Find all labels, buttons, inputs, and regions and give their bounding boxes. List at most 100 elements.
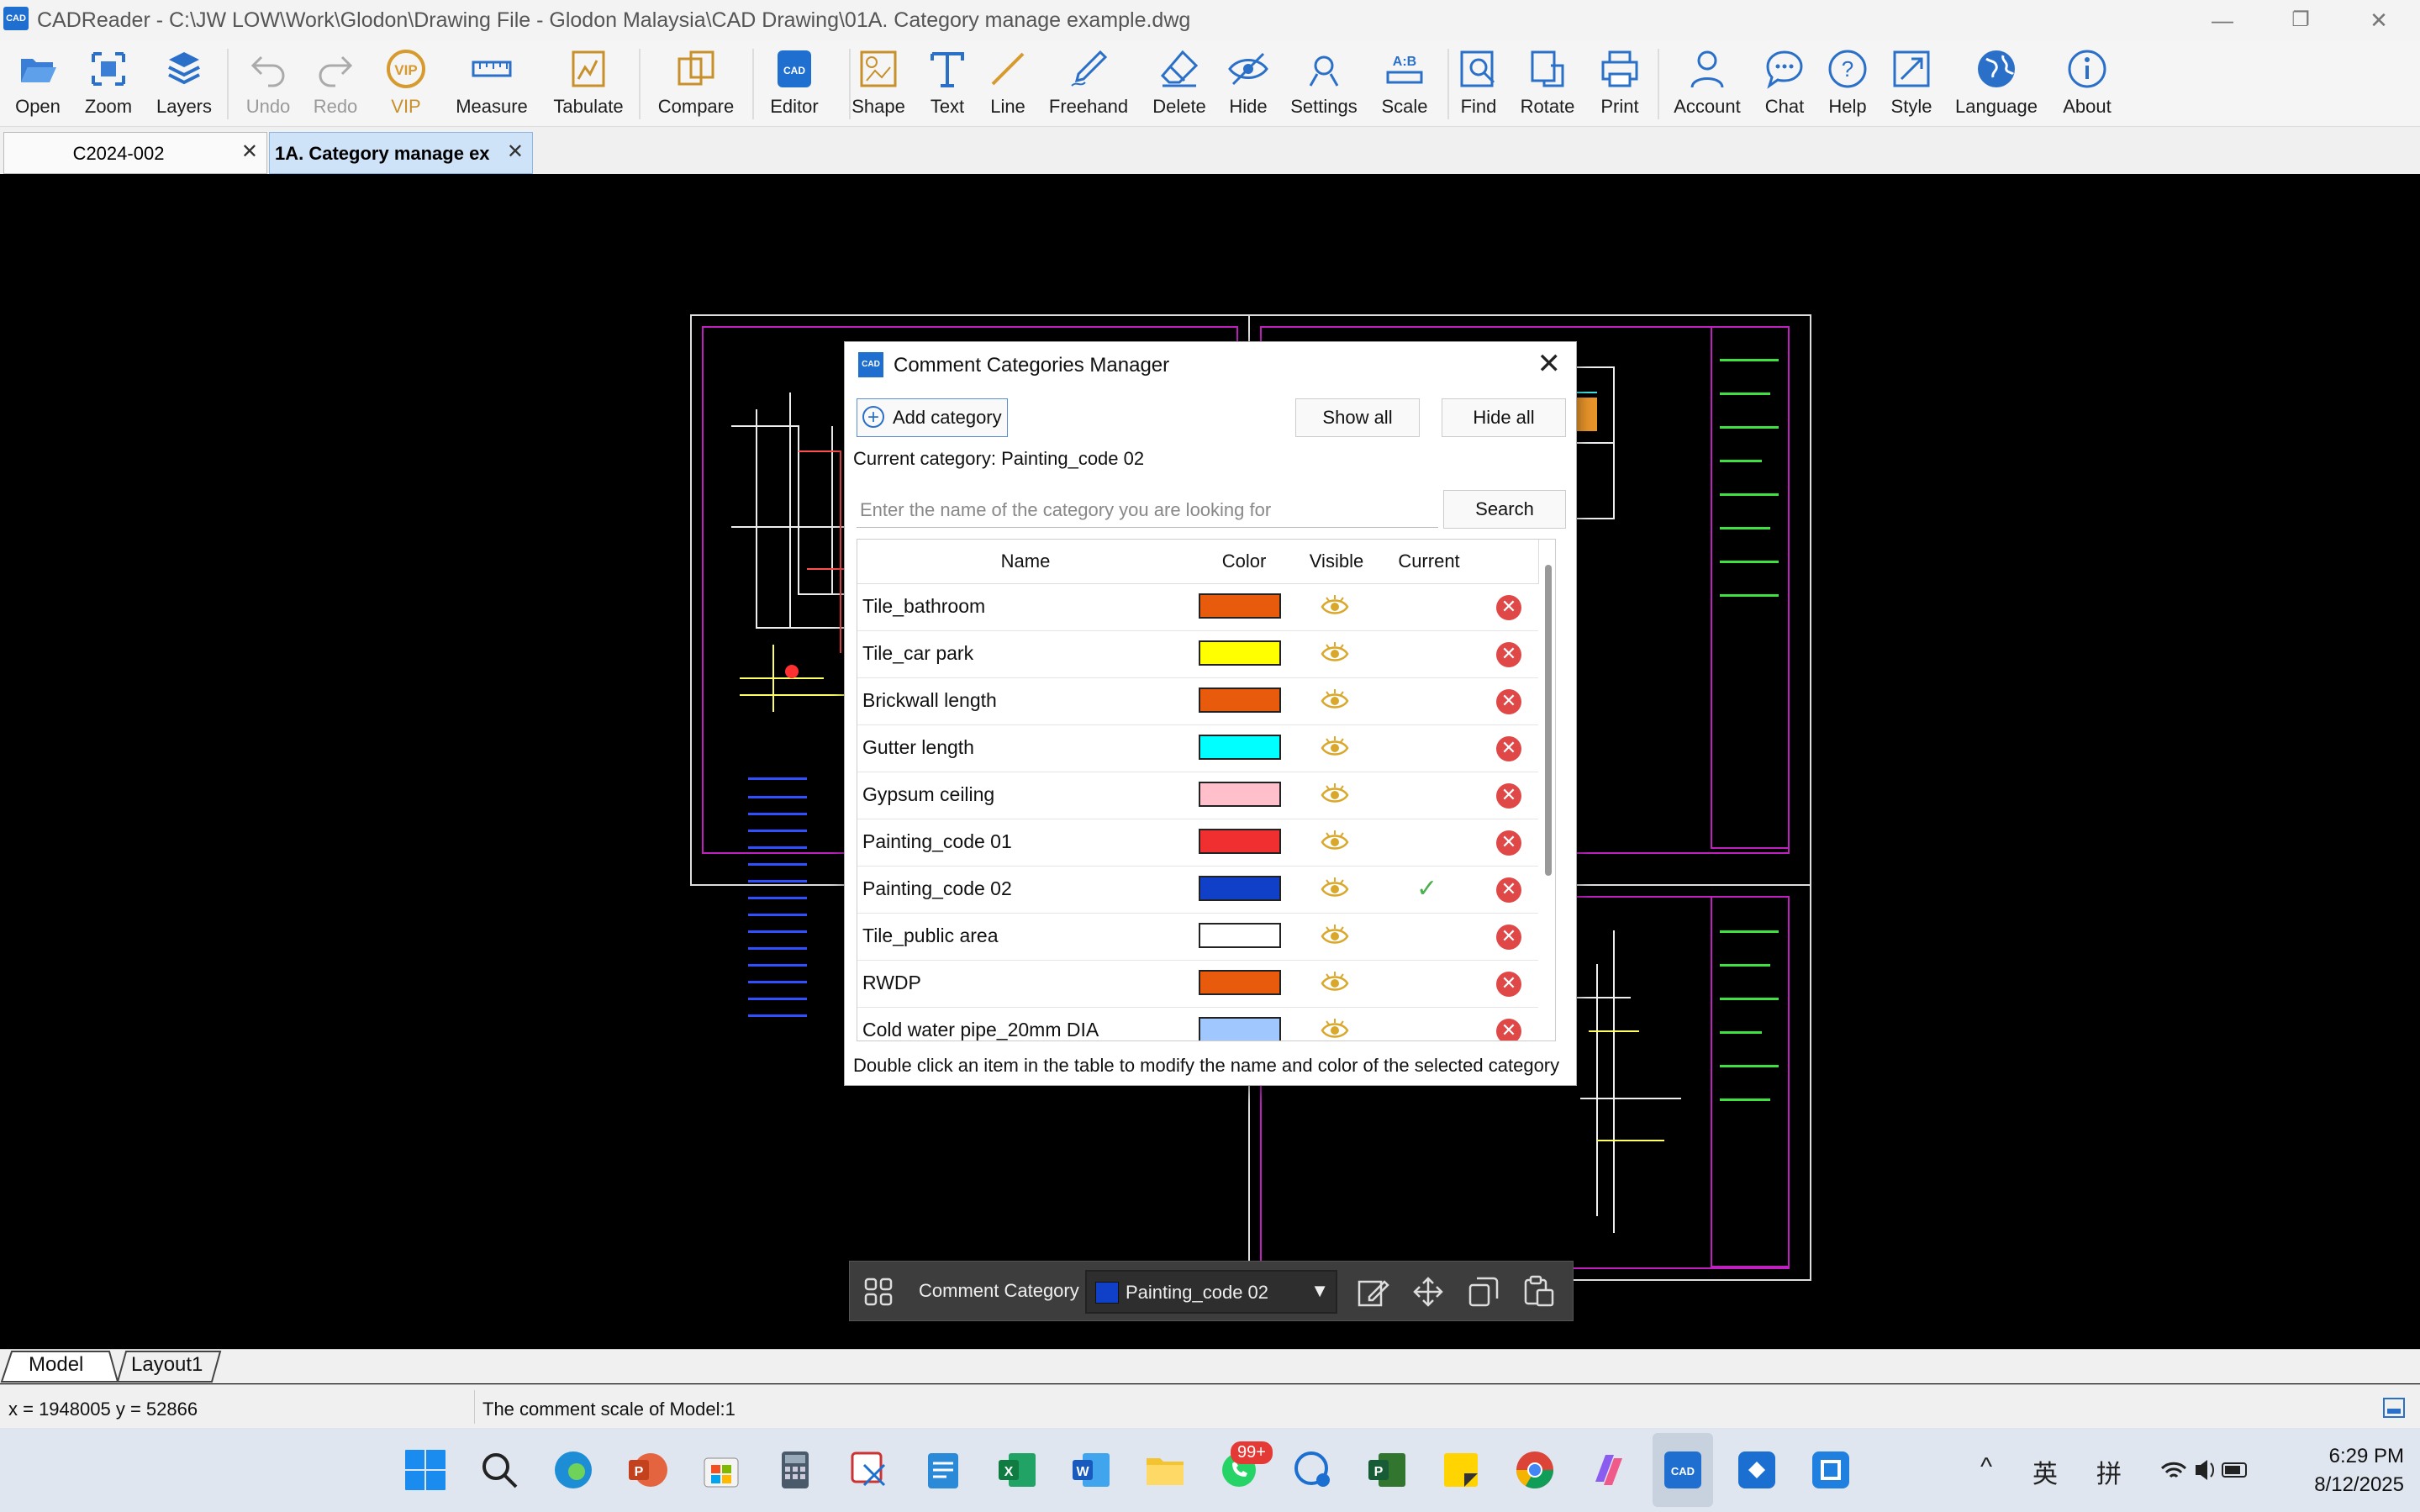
tab-category-manage[interactable]: 1A. Category manage ex ✕	[269, 132, 533, 174]
category-color-swatch[interactable]	[1199, 876, 1281, 901]
account-button[interactable]: Account	[1674, 40, 1741, 126]
shape-button[interactable]: Shape	[849, 40, 908, 126]
cadreader-taskbar-icon[interactable]: CAD	[1661, 1448, 1705, 1492]
settings-button[interactable]: Settings	[1290, 40, 1358, 126]
windows-start-icon[interactable]	[403, 1448, 447, 1492]
category-color-swatch[interactable]	[1199, 923, 1281, 948]
delete-category-icon[interactable]: ✕	[1496, 642, 1521, 667]
tabulate-button[interactable]: Tabulate	[553, 40, 624, 126]
comment-category-dropdown[interactable]: Painting_code 02 ▼	[1085, 1270, 1337, 1314]
about-button[interactable]: About	[2058, 40, 2117, 126]
network-volume-battery-icons[interactable]	[2159, 1457, 2251, 1483]
visible-eye-icon[interactable]	[1320, 593, 1350, 619]
category-search-input[interactable]	[857, 493, 1438, 528]
close-tab-icon[interactable]: ✕	[507, 140, 524, 164]
visible-eye-icon[interactable]	[1320, 782, 1350, 807]
delete-category-icon[interactable]: ✕	[1496, 595, 1521, 620]
vip-button[interactable]: VIP VIP	[377, 40, 435, 126]
scale-button[interactable]: A:B Scale	[1375, 40, 1434, 126]
open-button[interactable]: Open	[8, 40, 67, 126]
paste-icon[interactable]	[1522, 1275, 1556, 1309]
editor-button[interactable]: CAD Editor	[765, 40, 824, 126]
notepad-icon[interactable]	[921, 1448, 965, 1492]
table-row[interactable]: Painting_code 01 ✕	[857, 819, 1538, 867]
microsoft-store-icon[interactable]	[699, 1448, 743, 1492]
category-color-swatch[interactable]	[1199, 593, 1281, 619]
print-button[interactable]: Print	[1590, 40, 1649, 126]
delete-category-icon[interactable]: ✕	[1496, 783, 1521, 809]
compare-button[interactable]: Compare	[658, 40, 734, 126]
clock-time[interactable]: 6:29 PM	[2286, 1445, 2404, 1468]
powerpoint-icon[interactable]: P	[625, 1448, 669, 1492]
language-button[interactable]: Language	[1955, 40, 2038, 126]
column-header-current[interactable]: Current	[1379, 540, 1480, 584]
category-color-swatch[interactable]	[1199, 970, 1281, 995]
redo-button[interactable]: Redo	[306, 40, 365, 126]
app-icon-frame[interactable]	[1809, 1448, 1853, 1492]
clock-date[interactable]: 8/12/2025	[2286, 1473, 2404, 1497]
table-row[interactable]: RWDP ✕	[857, 960, 1538, 1008]
restore-button[interactable]: ❐	[2267, 3, 2334, 37]
style-button[interactable]: Style	[1882, 40, 1941, 126]
close-tab-icon[interactable]: ✕	[241, 140, 258, 164]
category-color-swatch[interactable]	[1199, 688, 1281, 713]
dialog-close-icon[interactable]: ✕	[1537, 347, 1562, 381]
zoom-button[interactable]: Zoom	[79, 40, 138, 126]
visible-eye-icon[interactable]	[1320, 923, 1350, 948]
line-button[interactable]: Line	[978, 40, 1037, 126]
find-button[interactable]: Find	[1449, 40, 1508, 126]
snipping-tool-icon[interactable]	[847, 1448, 891, 1492]
category-color-swatch[interactable]	[1199, 1017, 1281, 1040]
delete-category-icon[interactable]: ✕	[1496, 830, 1521, 856]
visible-eye-icon[interactable]	[1320, 970, 1350, 995]
table-scrollbar[interactable]	[1545, 565, 1552, 876]
freehand-button[interactable]: Freehand	[1049, 40, 1128, 126]
sticky-notes-icon[interactable]	[1439, 1448, 1483, 1492]
visible-eye-icon[interactable]	[1320, 829, 1350, 854]
hide-all-button[interactable]: Hide all	[1442, 398, 1566, 437]
show-all-button[interactable]: Show all	[1295, 398, 1420, 437]
tray-overflow-icon[interactable]: ^	[1980, 1453, 1992, 1482]
chrome-icon[interactable]	[1513, 1448, 1557, 1492]
calculator-icon[interactable]	[773, 1448, 817, 1492]
category-color-swatch[interactable]	[1199, 782, 1281, 807]
category-color-swatch[interactable]	[1199, 735, 1281, 760]
table-row[interactable]: Tile_bathroom ✕	[857, 583, 1538, 631]
edit-comment-icon[interactable]	[1356, 1275, 1389, 1309]
measure-button[interactable]: Measure	[456, 40, 528, 126]
tab-model[interactable]: Model	[29, 1353, 83, 1377]
visible-eye-icon[interactable]	[1320, 735, 1350, 760]
close-window-button[interactable]: ✕	[2345, 3, 2412, 37]
grid-menu-icon[interactable]	[863, 1277, 894, 1307]
excel-icon[interactable]: X	[995, 1448, 1039, 1492]
column-header-visible[interactable]: Visible	[1294, 540, 1379, 584]
minimize-button[interactable]: —	[2189, 3, 2256, 37]
delete-category-icon[interactable]: ✕	[1496, 925, 1521, 950]
rotate-button[interactable]: Rotate	[1518, 40, 1577, 126]
delete-category-icon[interactable]: ✕	[1496, 1019, 1521, 1040]
layers-button[interactable]: Layers	[155, 40, 214, 126]
table-row[interactable]: Tile_public area ✕	[857, 913, 1538, 961]
word-icon[interactable]: W	[1069, 1448, 1113, 1492]
app-icon-blue[interactable]	[1735, 1448, 1779, 1492]
table-row[interactable]: Brickwall length ✕	[857, 677, 1538, 725]
delete-category-icon[interactable]: ✕	[1496, 877, 1521, 903]
hide-button[interactable]: Hide	[1219, 40, 1278, 126]
ime-mode-indicator[interactable]: 拼	[2096, 1453, 2122, 1490]
delete-category-icon[interactable]: ✕	[1496, 736, 1521, 761]
category-color-swatch[interactable]	[1199, 829, 1281, 854]
edge-browser-icon[interactable]	[551, 1448, 595, 1492]
table-row[interactable]: Gutter length ✕	[857, 724, 1538, 772]
tab-layout1[interactable]: Layout1	[131, 1353, 203, 1377]
visible-eye-icon[interactable]	[1320, 688, 1350, 713]
column-header-color[interactable]: Color	[1194, 540, 1295, 584]
category-color-swatch[interactable]	[1199, 640, 1281, 666]
project-app-icon[interactable]: P	[1365, 1448, 1409, 1492]
column-header-name[interactable]: Name	[857, 540, 1194, 584]
visible-eye-icon[interactable]	[1320, 640, 1350, 666]
table-row[interactable]: Painting_code 02 ✓ ✕	[857, 866, 1538, 914]
chat-app-icon[interactable]	[1291, 1448, 1335, 1492]
copy-icon[interactable]	[1467, 1275, 1500, 1309]
move-icon[interactable]	[1411, 1275, 1445, 1309]
delete-button[interactable]: Delete	[1150, 40, 1209, 126]
